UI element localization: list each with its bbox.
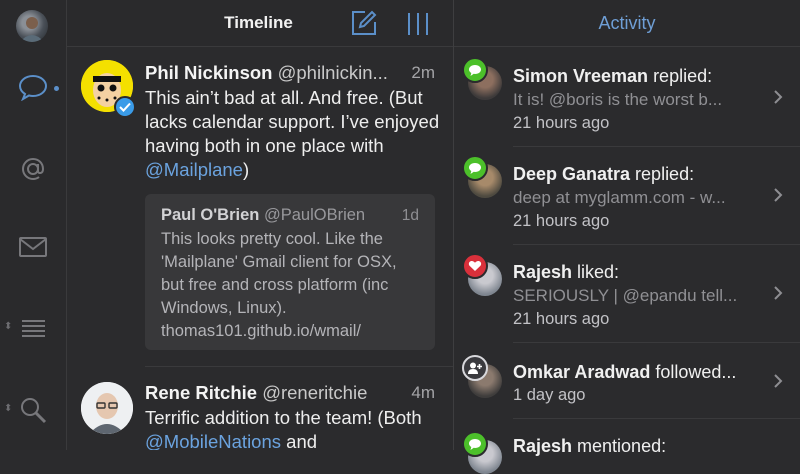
page-title: Timeline	[224, 13, 293, 32]
mention-link[interactable]: @MobileNations	[145, 431, 281, 450]
activity-time: 21 hours ago	[513, 310, 610, 328]
tweet-text-part: This ain’t bad at all. And free. (But la…	[145, 87, 440, 156]
at-sign-icon[interactable]	[16, 152, 50, 186]
chevron-right-icon[interactable]	[772, 90, 784, 104]
account-avatar[interactable]	[16, 10, 48, 42]
activity-title-line: Deep Ganatra replied:	[513, 164, 694, 185]
activity-user: Rajesh	[513, 262, 573, 282]
divider	[513, 244, 800, 245]
activity-action: liked:	[572, 262, 620, 282]
activity-detail: deep at myglamm.com - w...	[513, 188, 726, 207]
quoted-time: 1d	[401, 207, 419, 224]
compose-icon[interactable]	[351, 10, 377, 36]
sidebar: ⬍ ⬍	[0, 0, 67, 450]
divider	[513, 418, 800, 419]
activity-title-line: Simon Vreeman replied:	[513, 66, 712, 87]
timeline-header: Timeline	[67, 0, 453, 47]
activity-time: 21 hours ago	[513, 212, 610, 230]
activity-time: 1 day ago	[513, 386, 586, 404]
divider	[513, 342, 800, 343]
author-handle: @philnickin...	[277, 62, 388, 83]
chevron-right-icon[interactable]	[772, 286, 784, 300]
tweet-text-part: Terrific addition to the team! (Both	[145, 407, 422, 428]
active-indicator	[54, 86, 59, 91]
activity-header: Activity	[454, 0, 800, 47]
activity-action: replied:	[630, 164, 695, 184]
heart-badge-icon	[462, 253, 488, 279]
divider	[513, 146, 800, 147]
avatar[interactable]	[81, 382, 133, 434]
divider	[145, 366, 453, 367]
list-icon[interactable]	[16, 311, 50, 345]
columns-icon[interactable]	[406, 12, 430, 36]
activity-title-line: Rajesh liked:	[513, 262, 619, 283]
tweet-text-part: and	[281, 431, 318, 450]
chat-bubble-icon[interactable]	[16, 70, 50, 104]
expand-chevron-icon: ⬍	[4, 321, 13, 332]
quoted-tweet[interactable]: Paul O'Brien @PaulOBrien 1d This looks p…	[145, 194, 435, 350]
author-handle: @reneritchie	[262, 382, 368, 403]
reply-badge-icon	[462, 57, 488, 83]
verified-badge-icon	[114, 96, 136, 118]
tweet-time: 4m	[411, 383, 435, 402]
quoted-author-handle: @PaulOBrien	[263, 206, 366, 224]
search-icon[interactable]	[16, 393, 50, 427]
author-name: Phil Nickinson	[145, 62, 273, 83]
reply-badge-icon	[462, 431, 488, 457]
quoted-author: Paul O'Brien @PaulOBrien	[161, 206, 365, 225]
activity-title[interactable]: Activity	[454, 13, 800, 34]
activity-time: 21 hours ago	[513, 114, 610, 132]
author-name: Rene Ritchie	[145, 382, 258, 403]
activity-user: Omkar Aradwad	[513, 362, 651, 382]
chevron-right-icon[interactable]	[772, 188, 784, 202]
activity-action: mentioned:	[572, 436, 667, 456]
chevron-right-icon[interactable]	[772, 374, 784, 388]
activity-action: followed...	[650, 362, 737, 382]
tweet-time: 2m	[411, 63, 435, 82]
activity-title-line: Rajesh mentioned:	[513, 436, 666, 457]
tweet-text-part: )	[242, 159, 250, 180]
activity-action: replied:	[648, 66, 713, 86]
activity-user: Deep Ganatra	[513, 164, 631, 184]
activity-title-line: Omkar Aradwad followed...	[513, 362, 736, 383]
activity-user: Simon Vreeman	[513, 66, 649, 86]
activity-detail: It is! @boris is the worst b...	[513, 90, 723, 109]
tweet-author[interactable]: Rene Ritchie @reneritchie	[145, 382, 367, 404]
reply-badge-icon	[462, 155, 488, 181]
timeline-column: Timeline Phil Nickinson @philnickin... 2…	[67, 0, 454, 450]
activity-column: Activity Simon Vreeman replied: It is! @…	[454, 0, 800, 474]
expand-chevron-icon: ⬍	[4, 403, 13, 414]
envelope-icon[interactable]	[16, 230, 50, 264]
quoted-author-name: Paul O'Brien	[161, 206, 260, 224]
follow-badge-icon	[462, 355, 488, 381]
activity-detail: SERIOUSLY | @epandu tell...	[513, 286, 738, 305]
quoted-text: This looks pretty cool. Like the 'Mailpl…	[161, 230, 397, 340]
tweet-text: Terrific addition to the team! (Both @Mo…	[145, 406, 441, 450]
tweet-text: This ain’t bad at all. And free. (But la…	[145, 86, 441, 182]
tweet-author[interactable]: Phil Nickinson @philnickin...	[145, 62, 388, 84]
mention-link[interactable]: @Mailplane	[145, 159, 243, 180]
activity-user: Rajesh	[513, 436, 573, 456]
